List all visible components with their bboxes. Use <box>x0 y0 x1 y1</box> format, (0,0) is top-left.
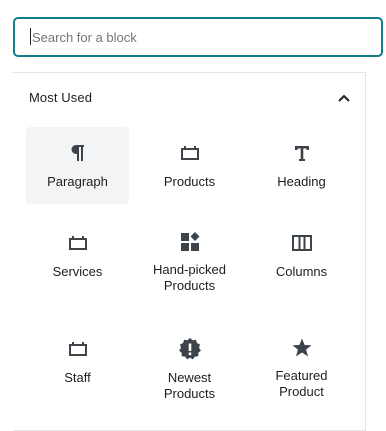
block-item-newest-products[interactable]: Newest Products <box>138 323 241 401</box>
heading-icon <box>290 141 314 165</box>
block-label: Featured Product <box>275 368 328 399</box>
widget-icon <box>66 337 90 361</box>
block-item-products[interactable]: Products <box>138 127 241 204</box>
widget-icon <box>66 231 90 255</box>
block-item-columns[interactable]: Columns <box>250 217 353 294</box>
widget-icon <box>178 141 202 165</box>
block-label: Columns <box>275 264 328 279</box>
block-label: Products <box>163 174 216 189</box>
block-label: Staff <box>64 370 91 385</box>
search-wrap <box>13 17 383 57</box>
columns-icon <box>290 231 314 255</box>
block-label: Hand-picked Products <box>153 262 226 293</box>
block-item-staff[interactable]: Staff <box>26 323 129 400</box>
block-label: Paragraph <box>47 174 108 189</box>
search-input[interactable] <box>13 17 383 57</box>
block-label: Services <box>52 264 103 279</box>
block-inserter: Most Used Paragraph <box>0 0 386 431</box>
chevron-up-icon <box>337 91 351 105</box>
block-item-services[interactable]: Services <box>26 217 129 294</box>
block-item-paragraph[interactable]: Paragraph <box>26 127 129 204</box>
block-item-featured-product[interactable]: Featured Product <box>250 323 353 400</box>
block-label: Newest Products <box>163 370 216 401</box>
text-caret <box>30 28 31 45</box>
block-item-heading[interactable]: Heading <box>250 127 353 204</box>
block-label: Heading <box>277 174 326 189</box>
star-icon <box>290 337 314 359</box>
section-toggle-most-used[interactable]: Most Used <box>13 73 366 122</box>
section-title: Most Used <box>29 90 93 105</box>
exclamation-badge-icon <box>178 337 202 361</box>
block-item-hand-picked-products[interactable]: Hand-picked Products <box>138 217 241 294</box>
grid-icon <box>178 231 202 253</box>
block-list-panel: Most Used Paragraph Products Heading Ser… <box>13 72 366 431</box>
paragraph-icon <box>66 141 90 165</box>
